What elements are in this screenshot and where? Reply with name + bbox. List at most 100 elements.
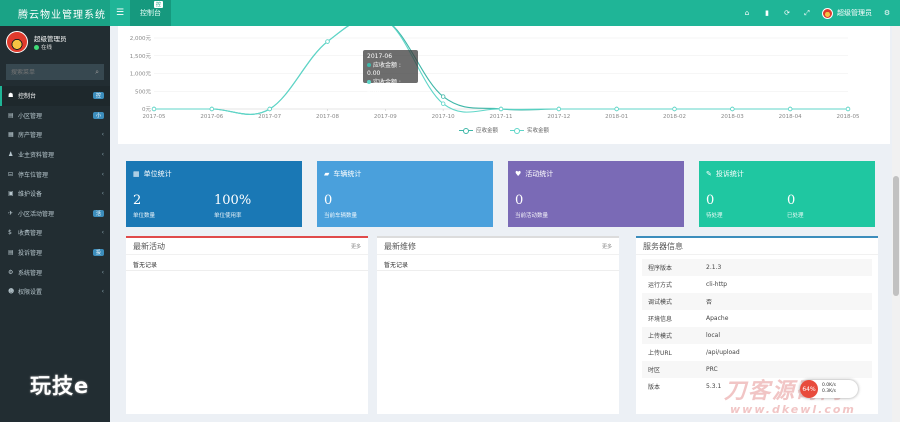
row-value: 5.3.1	[706, 383, 722, 390]
sidebar-item-label: 小区活动管理	[18, 210, 55, 218]
series-dot-icon	[367, 62, 371, 67]
data-point[interactable]	[440, 94, 446, 99]
sidebar-item-badge: 小	[92, 111, 104, 119]
scrollbar-thumb[interactable]	[893, 176, 899, 296]
stat-label: 待处理	[706, 213, 723, 219]
more-link[interactable]: 更多	[351, 243, 361, 250]
building-icon: ▦	[133, 170, 140, 178]
sidebar-item-badge: 投	[92, 249, 104, 257]
more-link[interactable]: 更多	[602, 243, 612, 250]
chevron-left-icon: ‹	[101, 229, 104, 237]
data-point[interactable]	[730, 106, 735, 112]
stat-title: 活动统计	[525, 170, 554, 178]
stat-label: 单位数量	[133, 213, 156, 219]
stat-box-units: ▦ 单位统计 2 单位数量 100% 单位使用率	[126, 161, 302, 227]
online-dot-icon	[34, 44, 39, 50]
home-icon[interactable]: ⌂	[742, 9, 752, 17]
panel-title: 最新维修	[384, 241, 416, 251]
stat-label: 当前车辆数量	[324, 213, 358, 219]
data-point[interactable]	[672, 106, 677, 112]
row-key: 上传URL	[648, 350, 672, 357]
sidebar-item-property[interactable]: ▦ 房产管理 ‹	[0, 125, 110, 145]
legend-item-received[interactable]: 实收金额	[510, 126, 549, 134]
trash-icon[interactable]: ▮	[762, 9, 772, 17]
x-tick-label: 2017-12	[547, 114, 570, 120]
watermark-url: www.dkewl.com	[730, 403, 856, 416]
sidebar-item-equipment[interactable]: ▣ 维护设备 ‹	[0, 184, 110, 204]
data-point[interactable]	[267, 106, 272, 112]
chevron-left-icon: ‹	[101, 151, 104, 159]
panel-title: 服务器信息	[643, 241, 683, 251]
brand-title[interactable]: 腾云物业管理系统	[0, 0, 110, 26]
tooltip-line: 应收金额 : 0.00	[367, 61, 401, 78]
dashboard-icon: ☗	[8, 92, 14, 100]
legend-item-receivable[interactable]: 应收金额	[458, 126, 498, 134]
x-tick-label: 2017-06	[200, 114, 223, 120]
page-scrollbar[interactable]	[892, 26, 900, 422]
latest-repair-panel: 最新维修 更多 暂无记录	[377, 236, 619, 414]
row-value: 否	[706, 299, 713, 306]
sidebar-item-label: 业主资料管理	[18, 152, 55, 160]
stat-value: 2	[133, 193, 142, 208]
data-point[interactable]	[209, 106, 215, 112]
sidebar-item-owners[interactable]: ♟ 业主资料管理 ‹	[0, 145, 110, 165]
building-icon: ▦	[8, 131, 14, 139]
x-tick-label: 2018-01	[605, 114, 628, 120]
x-tick-label: 2017-10	[432, 114, 455, 120]
sidebar-item-parking[interactable]: ⊟ 停车位管理 ‹	[0, 164, 110, 184]
row-value: PRC	[706, 366, 718, 373]
sidebar-item-system[interactable]: ⚙ 系统管理 ‹	[0, 262, 110, 282]
sidebar-item-community[interactable]: ▤ 小区管理 小	[0, 106, 110, 126]
series-line	[154, 26, 848, 115]
x-tick-label: 2017-05	[143, 114, 166, 120]
header-tools: ⌂ ▮ ⟳ ⤢ 超级管理员 ⚙	[742, 7, 900, 19]
row-key: 版本	[648, 384, 661, 391]
row-value: /api/upload	[706, 349, 740, 356]
menu-toggle-icon[interactable]: ☰	[110, 8, 130, 18]
settings-icon[interactable]: ⚙	[882, 9, 892, 17]
data-point[interactable]	[440, 101, 446, 106]
legend-label: 实收金额	[527, 128, 550, 134]
data-point[interactable]	[556, 106, 562, 112]
tooltip-title: 2017-06	[367, 53, 393, 60]
chevron-left-icon: ‹	[101, 268, 104, 276]
refresh-icon[interactable]: ⟳	[782, 9, 792, 17]
data-point[interactable]	[498, 106, 504, 112]
search-icon[interactable]: ⌕	[95, 68, 99, 77]
data-point[interactable]	[151, 106, 157, 112]
user-status-text: 在线	[41, 45, 53, 51]
row-key: 运行方式	[648, 282, 673, 289]
x-tick-label: 2017-07	[258, 114, 281, 120]
community-icon: ▤	[8, 111, 14, 119]
data-point[interactable]	[845, 106, 851, 112]
sidebar-item-activities[interactable]: ✈ 小区活动管理 活	[0, 204, 110, 224]
chevron-left-icon: ‹	[101, 190, 104, 198]
sidebar-item-billing[interactable]: $ 收费管理 ‹	[0, 223, 110, 243]
sidebar-item-permissions[interactable]: ☻ 权限设置 ‹	[0, 282, 110, 302]
data-point[interactable]	[614, 106, 619, 112]
header-user[interactable]: 超级管理员	[822, 7, 872, 19]
sidebar-item-label: 控制台	[18, 93, 37, 101]
data-point[interactable]	[787, 106, 793, 112]
chart-tooltip: 2017-06 应收金额 : 0.00 实收金额 : 0.00	[363, 50, 418, 94]
user-icon: ♟	[8, 151, 14, 159]
complaint-icon: ▤	[8, 249, 14, 257]
sidebar-item-complaints[interactable]: ▤ 投诉管理 投	[0, 243, 110, 263]
row-key: 调试模式	[648, 299, 673, 306]
network-speed-widget[interactable]: 64% 0.0K/s 0.3K/s	[800, 380, 858, 398]
stat-title: 投诉统计	[715, 170, 744, 178]
stat-value: 0	[706, 193, 715, 208]
stat-title: 车辆统计	[333, 170, 362, 178]
stat-box-vehicles: ▰ 车辆统计 0 当前车辆数量	[317, 161, 493, 227]
data-point[interactable]	[325, 39, 330, 44]
table-row: 环境信息 Apache	[642, 310, 872, 327]
sidebar-item-label: 小区管理	[18, 112, 43, 120]
x-tick-label: 2017-08	[316, 114, 339, 120]
tab-dashboard[interactable]: 控制台 控	[130, 0, 171, 26]
sidebar-item-badge: 活	[92, 209, 104, 217]
x-tick-label: 2018-04	[779, 114, 802, 120]
sidebar-search-input[interactable]	[11, 68, 96, 76]
fullscreen-icon[interactable]: ⤢	[802, 9, 812, 18]
sidebar-item-dashboard[interactable]: ☗ 控制台 控	[0, 86, 110, 106]
row-value: Apache	[706, 315, 729, 322]
